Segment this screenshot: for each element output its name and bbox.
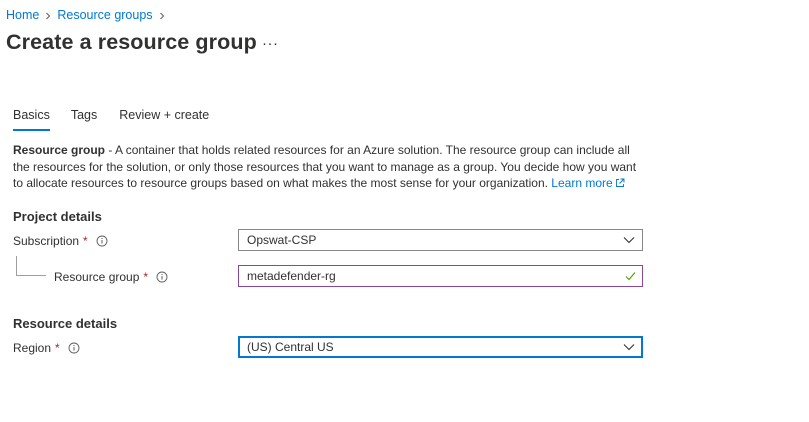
description-term: Resource group <box>13 143 106 157</box>
subscription-label-text: Subscription <box>13 234 80 248</box>
region-label: Region * <box>13 340 80 356</box>
subscription-select[interactable]: Opswat-CSP <box>238 229 643 251</box>
chevron-right-icon <box>153 8 171 22</box>
resource-group-label: Resource group * <box>54 269 168 285</box>
region-value: (US) Central US <box>247 340 334 354</box>
region-select[interactable]: (US) Central US <box>238 336 643 358</box>
subscription-label: Subscription * <box>13 233 108 249</box>
chevron-down-icon <box>623 344 635 351</box>
project-details-heading: Project details <box>13 209 102 224</box>
page-title: Create a resource group <box>6 30 257 54</box>
subscription-value: Opswat-CSP <box>247 233 317 247</box>
required-marker: * <box>143 270 149 284</box>
chevron-right-icon <box>39 8 57 22</box>
checkmark-icon <box>625 272 636 281</box>
info-icon[interactable] <box>156 271 168 283</box>
breadcrumb-resource-groups-link[interactable]: Resource groups <box>57 8 152 22</box>
region-label-text: Region <box>13 341 52 355</box>
resource-group-description: Resource group - A container that holds … <box>13 142 638 192</box>
tab-bar: Basics Tags Review + create <box>13 106 209 131</box>
resource-group-value: metadefender-rg <box>247 269 336 283</box>
info-icon[interactable] <box>68 342 80 354</box>
resource-details-heading: Resource details <box>13 316 118 331</box>
learn-more-label: Learn more <box>551 176 613 190</box>
description-text: - A container that holds related resourc… <box>13 143 637 190</box>
tree-connector <box>16 256 17 275</box>
required-marker: * <box>83 234 88 248</box>
breadcrumb-home-link[interactable]: Home <box>6 8 39 22</box>
tab-review-create[interactable]: Review + create <box>119 106 209 130</box>
tree-connector <box>16 275 46 276</box>
tab-basics[interactable]: Basics <box>13 106 50 131</box>
external-link-icon <box>615 178 625 187</box>
more-ellipsis-icon[interactable]: ··· <box>262 34 278 54</box>
chevron-down-icon <box>623 237 635 244</box>
tab-tags[interactable]: Tags <box>71 106 97 130</box>
breadcrumb: Home Resource groups <box>6 7 171 23</box>
resource-group-label-text: Resource group <box>54 270 140 284</box>
learn-more-link[interactable]: Learn more <box>551 176 625 190</box>
info-icon[interactable] <box>96 235 108 247</box>
resource-group-input[interactable]: metadefender-rg <box>238 265 643 287</box>
required-marker: * <box>55 341 60 355</box>
